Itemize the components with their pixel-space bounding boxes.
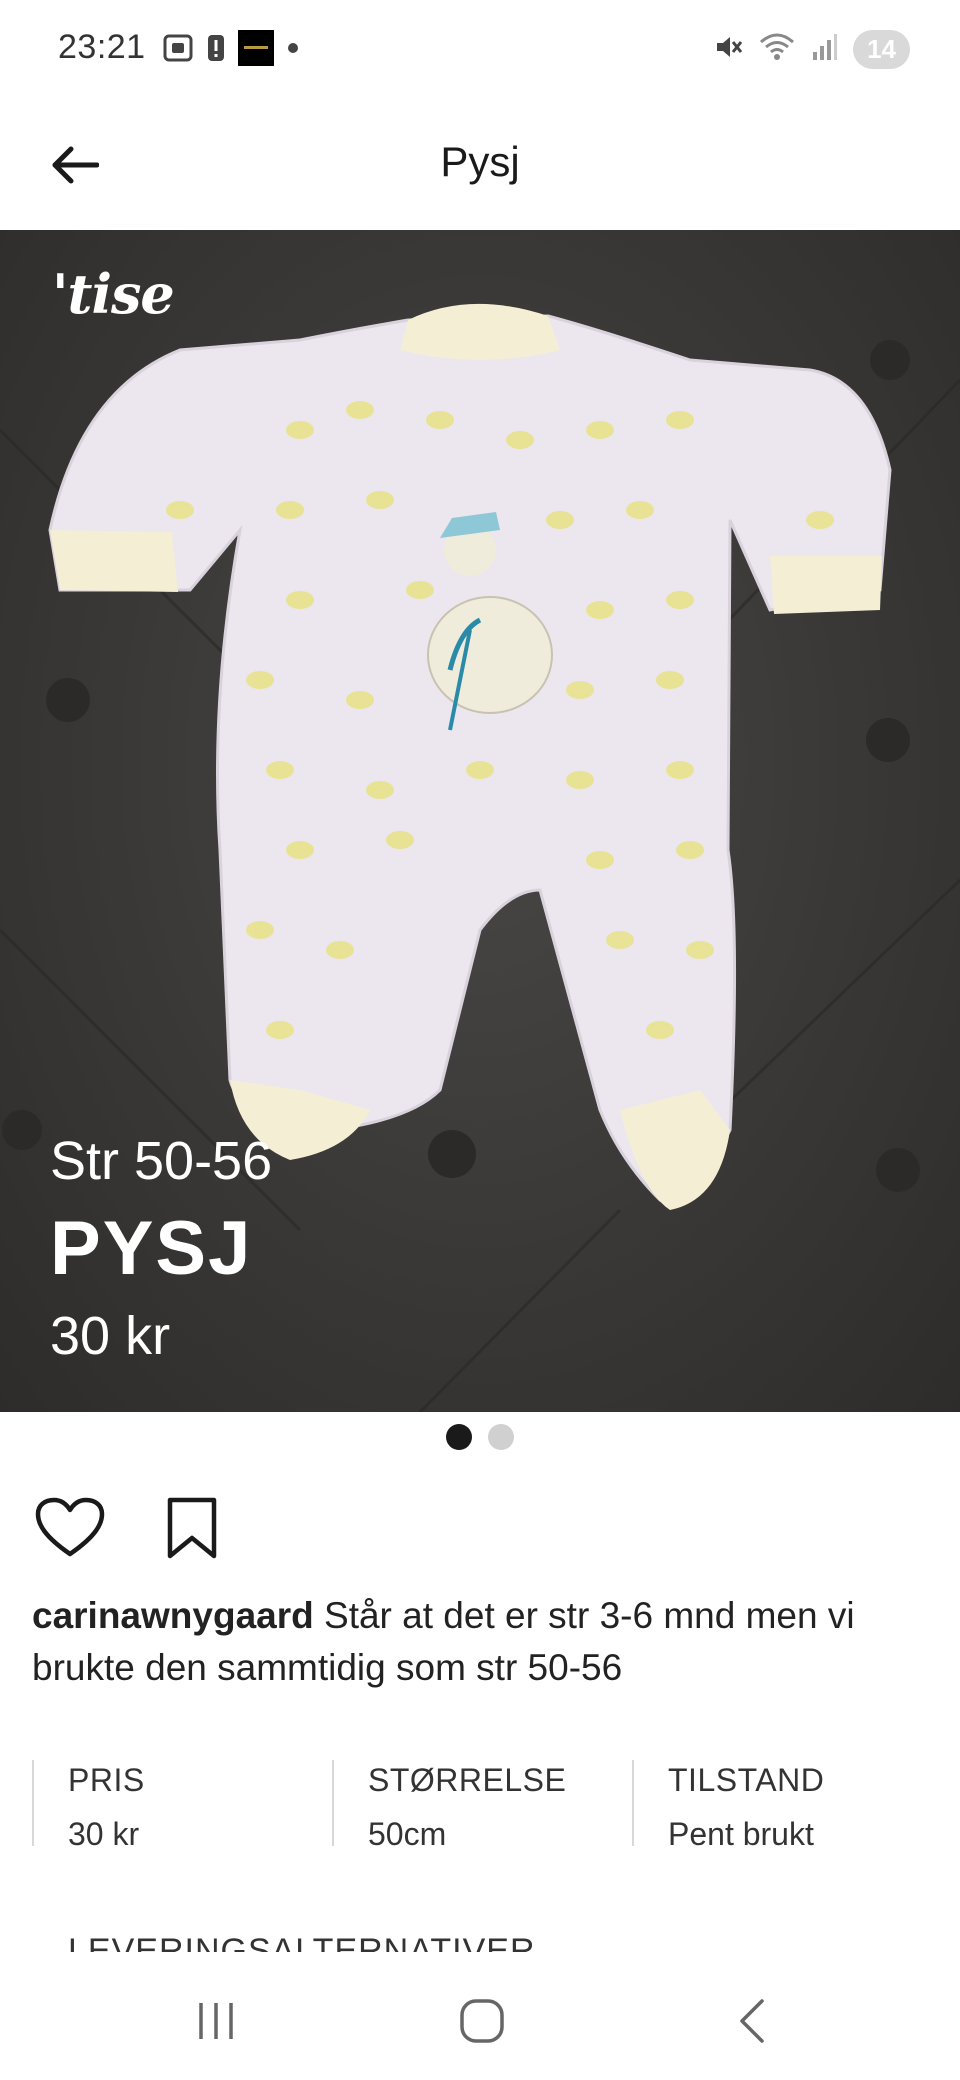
overlay-size-text: Str 50-56 xyxy=(50,1131,273,1191)
page-title: Pysj xyxy=(440,138,520,185)
carousel-indicator xyxy=(0,1424,960,1450)
tise-logo: 'tise xyxy=(52,262,175,326)
status-right-icons: 14 xyxy=(713,28,910,70)
dot-icon xyxy=(286,41,300,60)
notification-badge: 14 xyxy=(853,29,910,69)
info-label: TILSTAND xyxy=(668,1762,825,1798)
home-icon xyxy=(460,1999,504,2043)
status-left-icons xyxy=(162,29,300,71)
info-value: 50cm xyxy=(368,1816,447,1852)
back-icon xyxy=(740,1999,764,2043)
signal-icon xyxy=(811,32,838,67)
product-image[interactable]: 'tise Str 50-56 PYSJ 30 kr xyxy=(0,230,960,1412)
info-size: STØRRELSE 50cm xyxy=(332,1760,632,1852)
mute-icon xyxy=(713,32,743,67)
info-condition: TILSTAND Pent brukt xyxy=(632,1760,932,1852)
info-label: PRIS xyxy=(68,1762,145,1798)
nav-back-button[interactable] xyxy=(712,1986,792,2056)
overlay-title-text: PYSJ xyxy=(50,1206,253,1291)
save-button[interactable] xyxy=(154,1490,230,1566)
product-description: carinawnygaard Står at det er str 3-6 mn… xyxy=(32,1590,932,1694)
recent-apps-button[interactable] xyxy=(176,1986,256,2056)
screenshot-icon xyxy=(162,33,194,68)
like-button[interactable] xyxy=(32,1490,108,1566)
status-time: 23:21 xyxy=(58,28,146,66)
wifi-icon xyxy=(759,32,795,67)
alert-icon xyxy=(206,33,226,68)
heart-outline-icon xyxy=(35,1497,105,1557)
info-value: 30 kr xyxy=(68,1816,140,1852)
home-button[interactable] xyxy=(442,1986,522,2056)
info-label: STØRRELSE xyxy=(368,1762,567,1798)
info-price: PRIS 30 kr xyxy=(32,1760,332,1852)
seller-username[interactable]: carinawnygaard xyxy=(32,1595,314,1636)
app-header: Pysj xyxy=(0,100,960,230)
system-nav-bar xyxy=(0,1960,960,2080)
app-thumbnail-icon xyxy=(238,29,274,71)
overlay-price-text: 30 kr xyxy=(50,1306,171,1366)
carousel-dot[interactable] xyxy=(488,1424,514,1450)
delivery-label: LEVERINGSALTERNATIVER xyxy=(68,1932,536,1952)
carousel-dot-active[interactable] xyxy=(446,1424,472,1450)
bookmark-outline-icon xyxy=(167,1497,217,1559)
recent-apps-icon xyxy=(199,2003,233,2039)
product-info-row: PRIS 30 kr STØRRELSE 50cm TILSTAND Pent … xyxy=(32,1760,932,1852)
info-value: Pent brukt xyxy=(668,1816,814,1852)
status-bar: 23:21 14 xyxy=(0,0,960,100)
action-bar xyxy=(32,1490,230,1566)
delivery-section: LEVERINGSALTERNATIVER xyxy=(68,1918,868,1952)
